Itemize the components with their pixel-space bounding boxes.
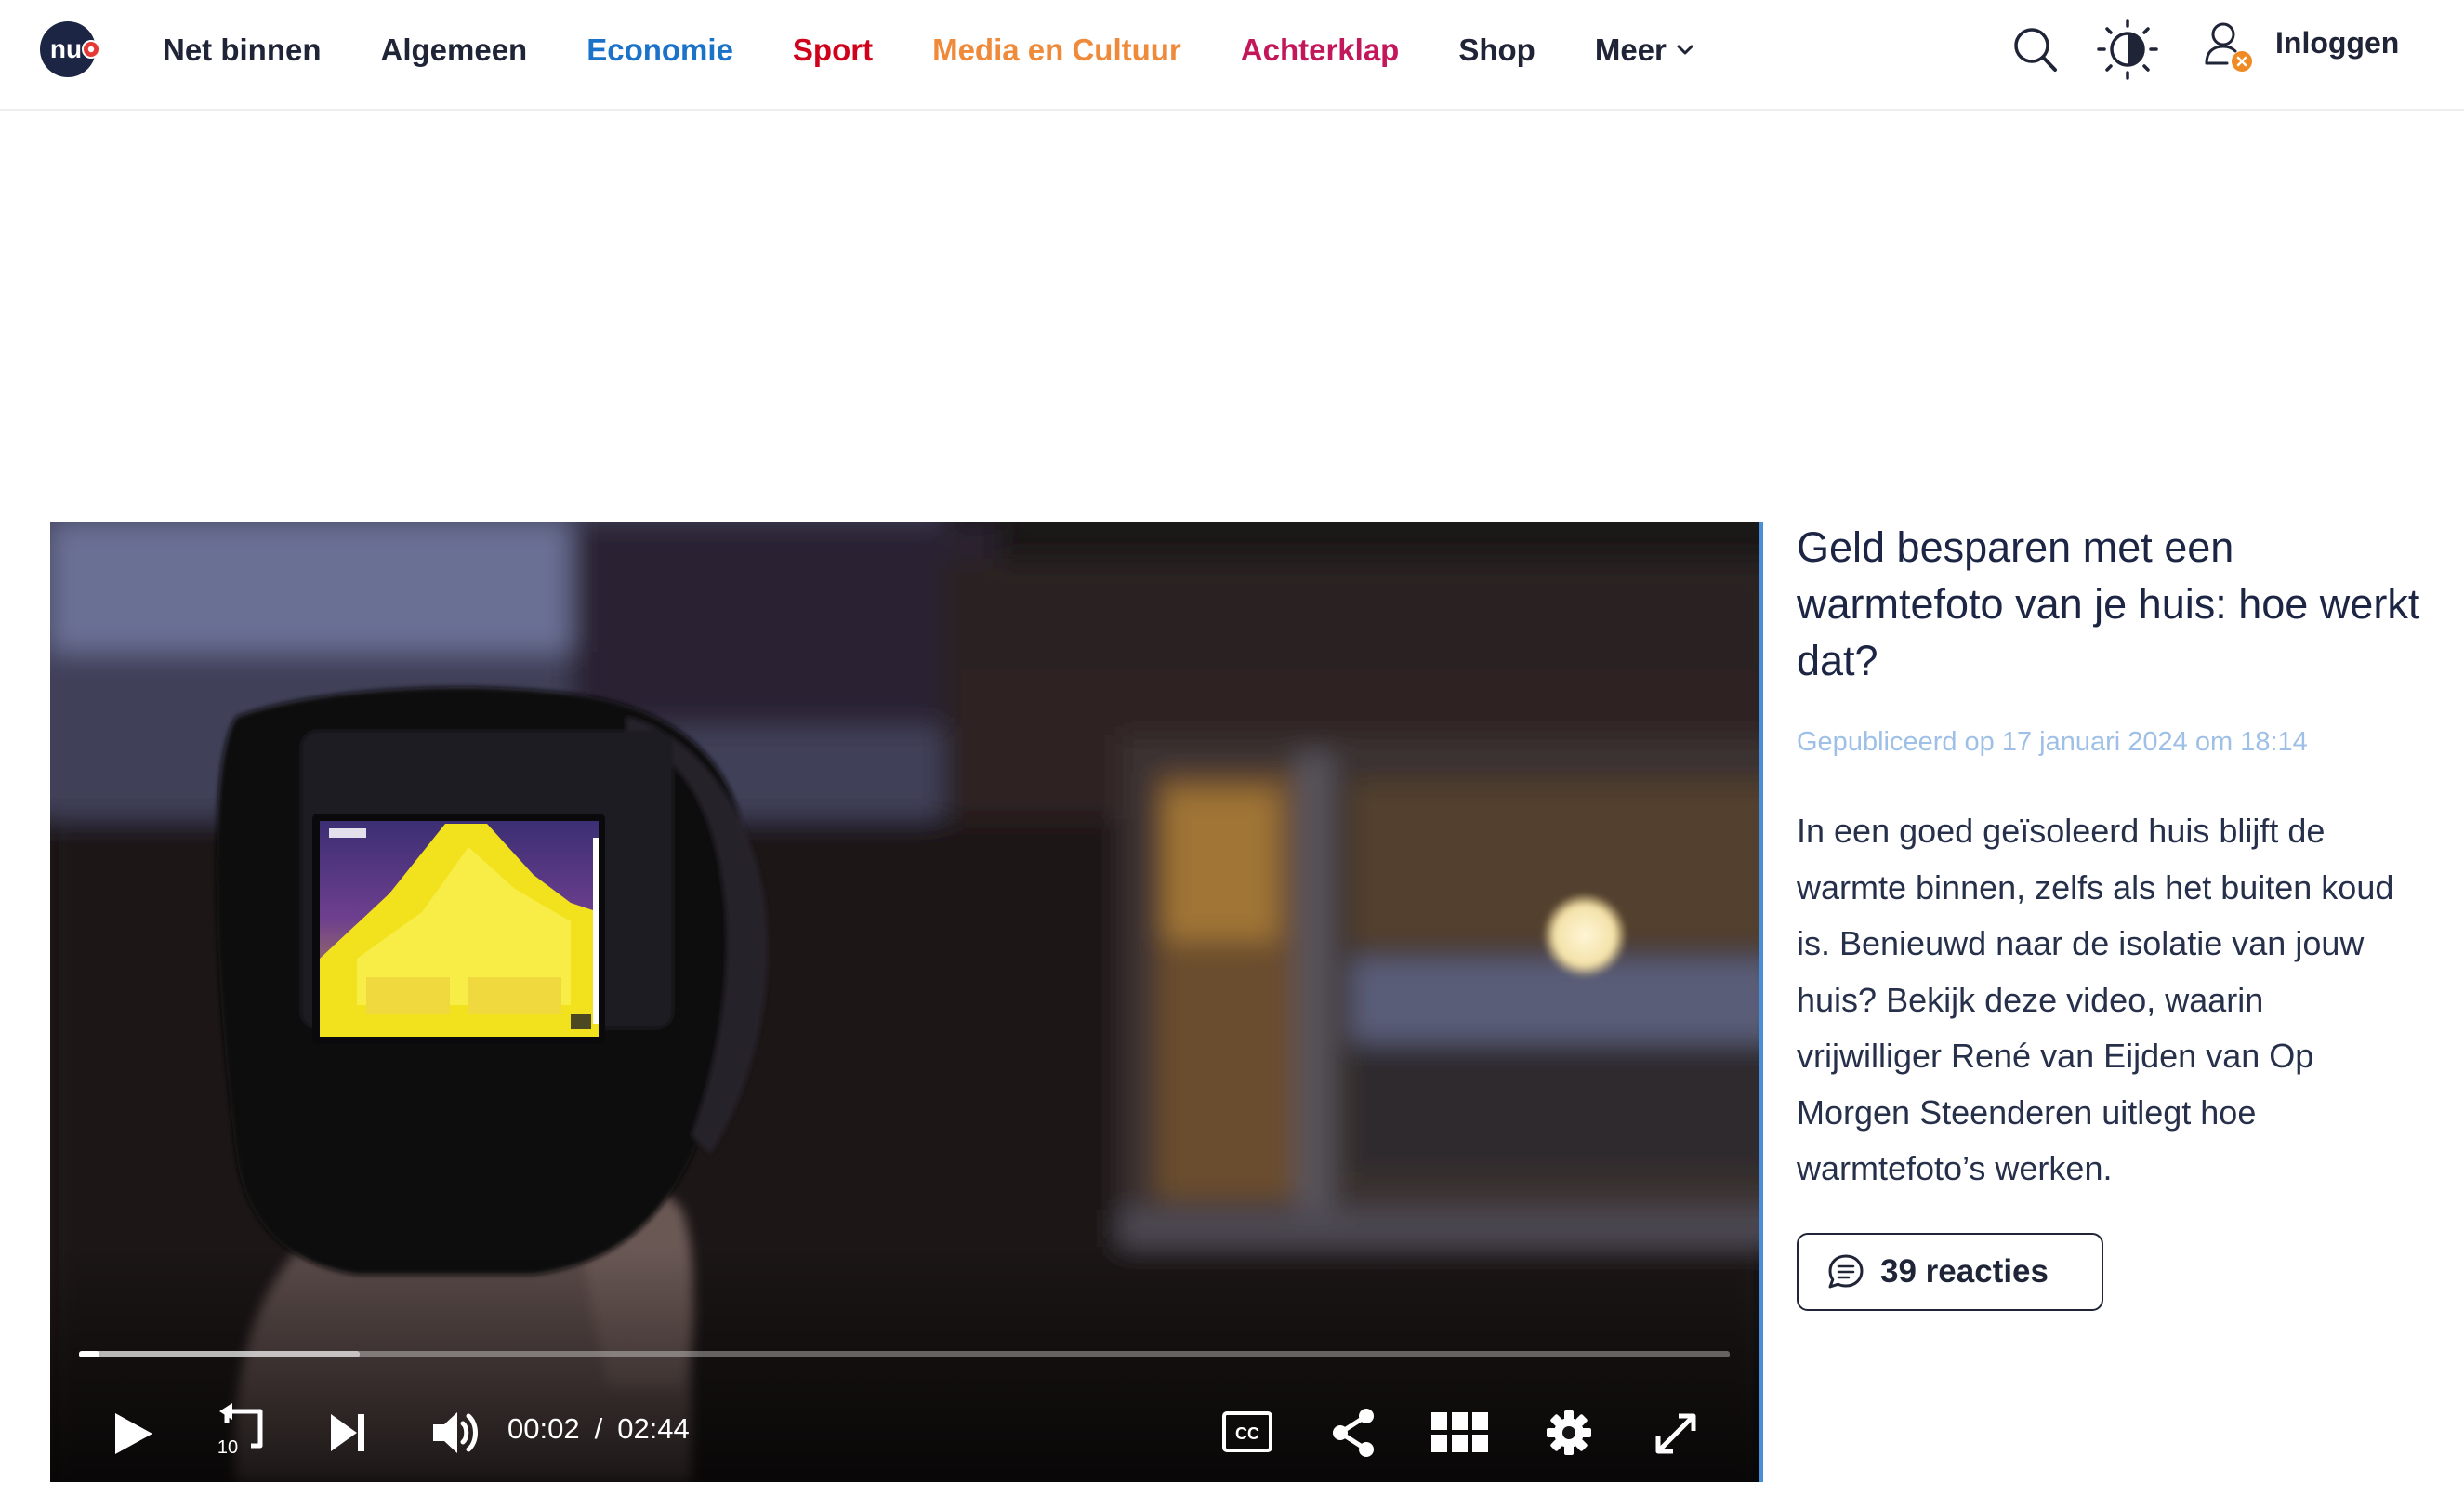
progress-bar[interactable] (79, 1351, 1730, 1357)
svg-text:10: 10 (217, 1437, 238, 1458)
current-time: 00:02 (507, 1412, 580, 1445)
nav-item-label: Shop (1458, 33, 1535, 67)
video-player[interactable]: 10 00:02 / 02:44 CC (50, 522, 1762, 1482)
nav-item-sport[interactable]: Sport (793, 33, 873, 68)
nav-item-net-binnen[interactable]: Net binnen (163, 33, 322, 68)
chevron-down-icon (1677, 45, 1693, 55)
time-separator: / (594, 1412, 603, 1445)
published-date: Gepubliceerd op 17 januari 2024 om 18:14 (1797, 727, 2308, 757)
search-icon[interactable] (2012, 25, 2059, 73)
duration: 02:44 (617, 1412, 690, 1445)
article-title: Geld besparen met een warmtefoto van je … (1797, 523, 2420, 684)
nav-item-media-en-cultuur[interactable]: Media en Cultuur (932, 33, 1181, 68)
nav-item-algemeen[interactable]: Algemeen (381, 33, 528, 68)
video-frame (50, 522, 1762, 1482)
nav-item-label: Media en Cultuur (932, 33, 1181, 67)
nav-item-label: Algemeen (380, 33, 528, 67)
nav-item-label: Economie (586, 33, 733, 67)
svg-text:nu: nu (50, 34, 82, 63)
nav-item-label: Achterklap (1240, 33, 1400, 67)
nav-item-label: Net binnen (163, 33, 322, 67)
captions-icon[interactable]: CC (1221, 1410, 1273, 1453)
nav-item-meer[interactable]: Meer (1595, 33, 1694, 68)
progress-played (79, 1351, 99, 1357)
volume-icon[interactable] (429, 1409, 483, 1457)
nav-item-label: Meer (1594, 33, 1667, 67)
nav-item-shop[interactable]: Shop (1458, 33, 1535, 68)
nav-item-label: Sport (792, 33, 874, 67)
comments-button[interactable]: 39 reacties (1797, 1233, 2103, 1311)
rewind-10-icon[interactable]: 10 (214, 1399, 271, 1461)
share-icon[interactable] (1329, 1407, 1377, 1459)
nav-item-economie[interactable]: Economie (586, 33, 733, 68)
nav-item-achterklap[interactable]: Achterklap (1241, 33, 1400, 68)
comment-icon (1828, 1254, 1864, 1289)
main-nav: Net binnen Algemeen Economie Sport Media… (163, 0, 1754, 100)
fullscreen-icon[interactable] (1654, 1412, 1697, 1455)
article-intro: In een goed geïsoleerd huis blijft de wa… (1797, 812, 2394, 1187)
settings-icon[interactable] (1545, 1409, 1593, 1457)
nu-logo[interactable]: nu (39, 20, 100, 78)
skip-next-icon[interactable] (327, 1410, 368, 1455)
video-accent-border (1759, 522, 1763, 1482)
login-link[interactable]: Inloggen (2275, 26, 2399, 60)
theme-toggle-icon[interactable] (2096, 18, 2159, 81)
svg-text:CC: CC (1235, 1424, 1259, 1443)
video-time: 00:02 / 02:44 (507, 1412, 690, 1446)
play-icon[interactable] (112, 1410, 156, 1458)
site-header: nu Net binnen Algemeen Economie Sport Me… (0, 0, 2464, 111)
grid-icon[interactable] (1430, 1410, 1491, 1455)
comments-count-label: 39 reacties (1880, 1253, 2049, 1290)
user-icon[interactable] (2203, 20, 2259, 76)
progress-buffered (79, 1351, 360, 1357)
